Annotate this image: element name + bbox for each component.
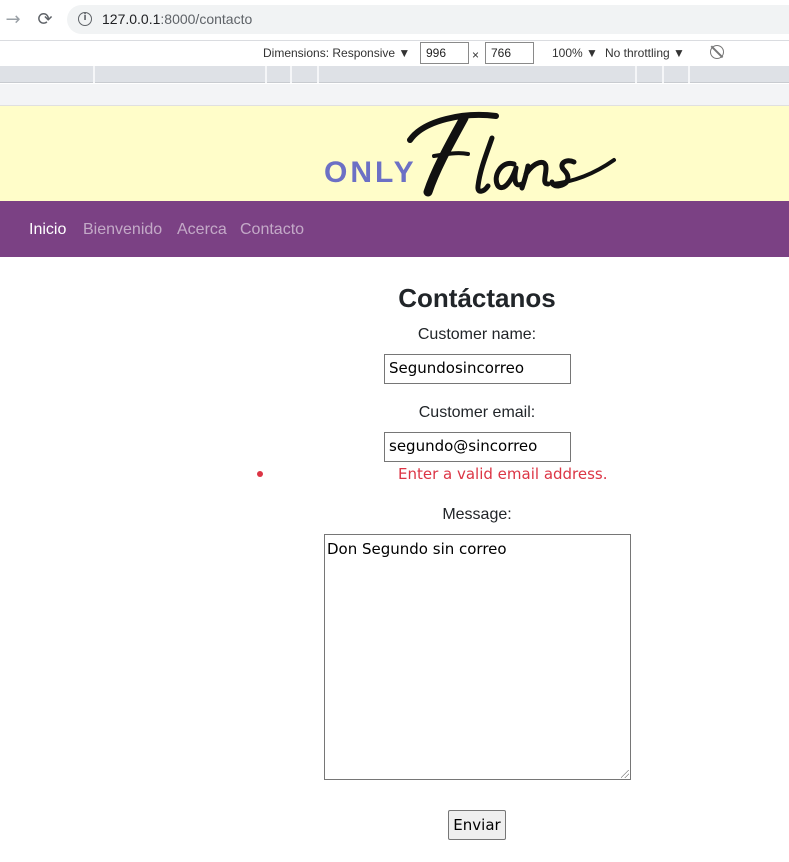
forward-arrow-icon[interactable]: → <box>2 8 24 30</box>
dimensions-dropdown[interactable]: Dimensions: Responsive ▼ <box>263 46 410 60</box>
height-input[interactable]: 766 <box>485 42 534 64</box>
address-bar[interactable]: i 127.0.0.1:8000/contacto <box>67 5 789 34</box>
nav-link-acerca[interactable]: Acerca <box>177 221 227 239</box>
media-query-ruler[interactable] <box>0 66 789 83</box>
nav-link-contacto[interactable]: Contacto <box>240 221 304 239</box>
nav-link-bienvenido[interactable]: Bienvenido <box>83 221 162 239</box>
url-text[interactable]: 127.0.0.1:8000/contacto <box>102 11 252 27</box>
reload-icon[interactable]: ⟳ <box>34 8 56 30</box>
width-input[interactable]: 996 <box>420 42 469 64</box>
device-toolbar: Dimensions: Responsive ▼ 996 × 766 100% … <box>0 40 789 66</box>
message-text: Don Segundo sin correo <box>327 540 507 558</box>
error-bullet-icon <box>257 471 263 477</box>
header-banner: ONLY <box>0 106 789 201</box>
times-symbol: × <box>472 48 480 62</box>
customer-name-input[interactable]: Segundosincorreo <box>384 354 571 384</box>
info-icon[interactable]: i <box>78 12 92 26</box>
customer-email-input[interactable]: segundo@sincorreo <box>384 432 571 462</box>
submit-button[interactable]: Enviar <box>448 810 506 840</box>
zoom-dropdown[interactable]: 100% ▼ <box>552 46 598 60</box>
email-error-message: Enter a valid email address. <box>398 465 608 483</box>
rotate-icon[interactable] <box>710 45 724 59</box>
resize-grip-icon[interactable] <box>621 770 629 778</box>
page-title: Contáctanos <box>398 283 556 313</box>
message-label: Message: <box>442 506 512 523</box>
message-textarea[interactable]: Don Segundo sin correo <box>324 534 631 780</box>
customer-email-label: Customer email: <box>418 404 536 421</box>
customer-name-label: Customer name: <box>417 326 537 343</box>
ruler-gap <box>0 84 789 106</box>
nav-link-inicio[interactable]: Inicio <box>29 221 66 239</box>
throttling-dropdown[interactable]: No throttling ▼ <box>605 46 685 60</box>
main-navbar: Inicio Bienvenido Acerca Contacto <box>0 201 789 257</box>
logo-script-flans <box>407 112 616 197</box>
logo-only-text: ONLY <box>324 156 417 189</box>
browser-toolbar: → ⟳ i 127.0.0.1:8000/contacto <box>0 0 789 40</box>
site-logo[interactable]: ONLY <box>322 110 632 200</box>
